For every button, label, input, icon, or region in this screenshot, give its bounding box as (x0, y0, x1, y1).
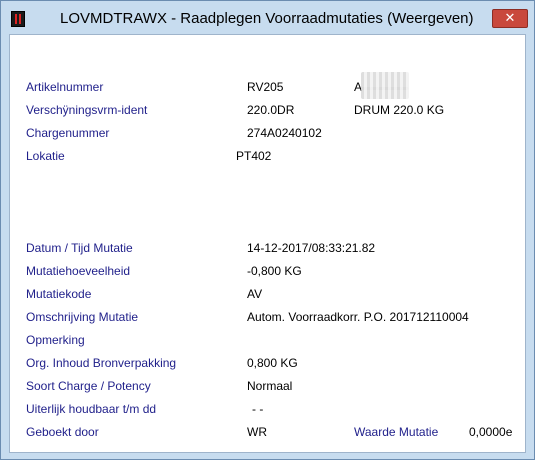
verschijningsvorm-value: 220.0DR (247, 103, 295, 117)
details-panel: Artikelnummer RV205 A Verschÿningsvrm-id… (9, 34, 526, 453)
waarde-mutatie-value: 0,0000e (469, 425, 513, 439)
houdbaar-label: Uiterlijk houdbaar t/m dd (26, 402, 157, 416)
chargenummer-value: 274A0240102 (247, 126, 322, 140)
org-inhoud-label: Org. Inhoud Bronverpakking (26, 356, 177, 370)
omschrijving-label: Omschrijving Mutatie (26, 310, 139, 324)
houdbaar-value: - - (252, 402, 264, 416)
verschijningsvorm-label: Verschÿningsvrm-ident (26, 103, 148, 117)
omschrijving-value: Autom. Voorraadkorr. P.O. 201712110004 (247, 310, 469, 324)
mutatiekode-value: AV (247, 287, 263, 301)
verschijningsvorm-description: DRUM 220.0 KG (354, 103, 445, 117)
geboekt-door-value: WR (247, 425, 267, 439)
chargenummer-label: Chargenummer (26, 126, 110, 140)
artikelnummer-label: Artikelnummer (26, 80, 104, 94)
application-window: LOVMDTRAWX - Raadplegen Voorraadmutaties… (0, 0, 535, 460)
geboekt-door-label: Geboekt door (26, 425, 99, 439)
opmerking-label: Opmerking (26, 333, 85, 347)
redacted-description-line2 (361, 87, 409, 99)
lokatie-value: PT402 (236, 149, 272, 163)
title-bar[interactable]: LOVMDTRAWX - Raadplegen Voorraadmutaties… (1, 1, 534, 34)
mutatiehoeveelheid-label: Mutatiehoeveelheid (26, 264, 131, 278)
soort-charge-label: Soort Charge / Potency (26, 379, 151, 393)
mutatiekode-label: Mutatiekode (26, 287, 92, 301)
org-inhoud-value: 0,800 KG (247, 356, 298, 370)
datum-tijd-label: Datum / Tijd Mutatie (26, 241, 133, 255)
close-button[interactable]: ✕ (492, 9, 528, 28)
waarde-mutatie-label: Waarde Mutatie (354, 425, 439, 439)
datum-tijd-value: 14-12-2017/08:33:21.82 (247, 241, 376, 255)
soort-charge-value: Normaal (247, 379, 293, 393)
window-title: LOVMDTRAWX - Raadplegen Voorraadmutaties… (60, 10, 474, 27)
lokatie-label: Lokatie (26, 149, 65, 163)
artikelnummer-value: RV205 (247, 80, 284, 94)
mutatiehoeveelheid-value: -0,800 KG (247, 264, 302, 278)
app-icon (11, 11, 25, 27)
